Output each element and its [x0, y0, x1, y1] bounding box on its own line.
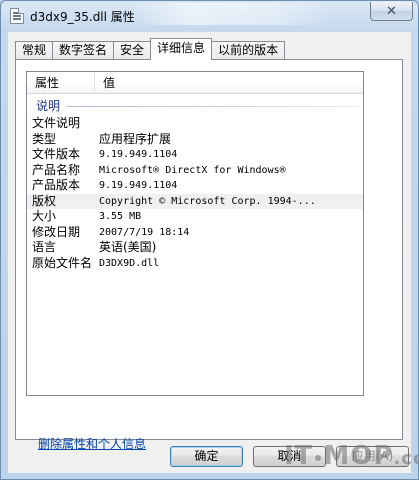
table-row[interactable]: 文件版本 9.19.949.1104	[27, 147, 363, 163]
group-label: 说明	[36, 99, 61, 113]
title-bar[interactable]: d3dx9_35.dll 属性 ✕	[1, 1, 418, 31]
dialog-client: 常规 数字签名 安全 详细信息 以前的版本 属性 值 说明 文件说明 类型 应用…	[8, 32, 411, 473]
window-title: d3dx9_35.dll 属性	[30, 10, 135, 24]
watermark-tld: .com	[393, 448, 418, 469]
property-value: Copyright © Microsoft Corp. 1994-...	[99, 195, 316, 207]
property-value: 9.19.949.1104	[99, 180, 178, 191]
property-value: 3.55 MB	[99, 211, 142, 222]
property-key: 类型	[32, 131, 57, 146]
details-list[interactable]: 属性 值 说明 文件说明 类型 应用程序扩展 文件版本 9.19.949.110…	[26, 71, 364, 396]
tab-general[interactable]: 常规	[15, 41, 54, 60]
close-button[interactable]: ✕	[370, 2, 413, 21]
property-key: 产品名称	[32, 162, 81, 177]
tab-details[interactable]: 详细信息	[150, 38, 213, 60]
tab-digital-signatures[interactable]: 数字签名	[52, 41, 115, 60]
table-row[interactable]: 原始文件名 D3DX9D.dll	[27, 256, 363, 272]
tab-security[interactable]: 安全	[113, 41, 152, 60]
property-value: 应用程序扩展	[99, 131, 172, 146]
table-row[interactable]: 修改日期 2007/7/19 18:14	[27, 225, 363, 241]
property-key: 原始文件名	[32, 255, 93, 270]
table-row[interactable]: 类型 应用程序扩展	[27, 132, 363, 148]
watermark-text-left: IT	[284, 441, 314, 471]
property-value: 英语(美国)	[99, 240, 157, 254]
property-value: D3DX9D.dll	[99, 257, 160, 269]
table-row[interactable]: 产品名称 Microsoft® DirectX for Windows®	[27, 163, 363, 179]
title-glass	[131, 3, 331, 25]
property-key: 语言	[32, 240, 57, 254]
table-row[interactable]: 文件说明	[27, 116, 363, 132]
property-rows: 文件说明 类型 应用程序扩展 文件版本 9.19.949.1104 产品名称 M…	[27, 116, 363, 271]
details-panel: 属性 值 说明 文件说明 类型 应用程序扩展 文件版本 9.19.949.110…	[15, 59, 403, 451]
properties-window: d3dx9_35.dll 属性 ✕ 常规 数字签名 安全 详细信息 以前的版本 …	[0, 0, 419, 480]
watermark-logo: IT MOP.com	[284, 441, 418, 477]
property-key: 产品版本	[32, 178, 81, 192]
property-key: 文件版本	[32, 147, 81, 161]
property-value: Microsoft® DirectX for Windows®	[99, 164, 286, 176]
property-key: 大小	[32, 209, 57, 223]
watermark-text-right: MOP	[323, 441, 394, 471]
file-icon	[10, 8, 24, 24]
watermark-dot	[315, 455, 322, 461]
group-header: 说明	[31, 98, 359, 114]
table-row[interactable]: 产品版本 9.19.949.1104	[27, 178, 363, 194]
close-icon: ✕	[386, 3, 397, 19]
property-value: 2007/7/19 18:14	[99, 226, 190, 238]
column-header-property[interactable]: 属性	[27, 72, 95, 94]
column-header-value[interactable]: 值	[95, 72, 363, 94]
property-key: 版权	[32, 193, 57, 208]
tab-previous-versions[interactable]: 以前的版本	[211, 41, 286, 60]
property-key: 修改日期	[32, 224, 81, 239]
table-row[interactable]: 大小 3.55 MB	[27, 209, 363, 225]
tab-strip: 常规 数字签名 安全 详细信息 以前的版本	[15, 38, 286, 60]
list-header: 属性 值	[27, 72, 363, 94]
ok-button[interactable]: 确定	[170, 446, 243, 467]
property-key: 文件说明	[32, 116, 81, 130]
property-value: 9.19.949.1104	[99, 149, 178, 160]
table-row[interactable]: 语言 英语(美国)	[27, 240, 363, 256]
remove-properties-link[interactable]: 删除属性和个人信息	[38, 435, 146, 452]
group-divider	[67, 106, 359, 107]
table-row-selected[interactable]: 版权 Copyright © Microsoft Corp. 1994-...	[27, 193, 363, 209]
